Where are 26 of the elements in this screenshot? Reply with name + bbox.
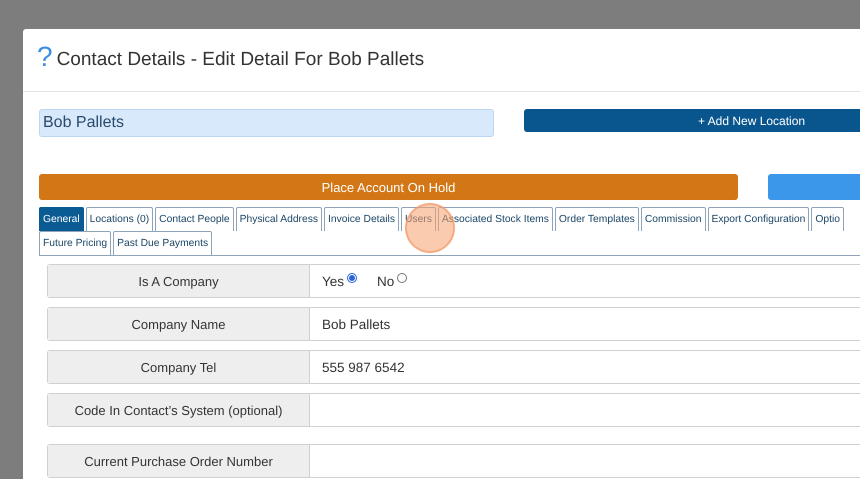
- radio-option[interactable]: Yes: [322, 274, 358, 288]
- radio-option[interactable]: No: [377, 274, 408, 288]
- field-label: Is A Company: [48, 265, 310, 297]
- name-field[interactable]: Bob Pallets: [39, 109, 494, 137]
- tab[interactable]: Commission: [640, 207, 706, 231]
- field-value[interactable]: Bob Pallets: [310, 308, 860, 340]
- radio-icon[interactable]: [347, 273, 358, 283]
- dialog-title: Contact Details - Edit Detail For Bob Pallets: [56, 49, 424, 71]
- tab[interactable]: Order Templates: [554, 207, 639, 231]
- tab[interactable]: Locations (0): [86, 207, 154, 231]
- field-label: Current Purchase Order Number: [48, 445, 310, 477]
- tab[interactable]: Export Configuration: [708, 207, 810, 231]
- field-label: Company Tel: [48, 351, 310, 383]
- tab[interactable]: Contact People: [155, 207, 234, 231]
- add-location-button[interactable]: + Add New Location: [524, 109, 860, 132]
- field-label: Code In Contact’s System (optional): [48, 394, 310, 426]
- tab[interactable]: Optio: [811, 207, 844, 231]
- tab[interactable]: Future Pricing: [39, 231, 112, 255]
- tab[interactable]: General: [39, 207, 84, 231]
- tab[interactable]: Invoice Details: [324, 207, 399, 231]
- tab[interactable]: Physical Address: [236, 207, 322, 231]
- tab[interactable]: Past Due Payments: [113, 231, 212, 255]
- field-value[interactable]: 555 987 6542: [310, 351, 860, 383]
- tab[interactable]: Associated Stock Items: [438, 207, 553, 231]
- radio-icon[interactable]: [397, 273, 408, 283]
- field-label: Company Name: [48, 308, 310, 340]
